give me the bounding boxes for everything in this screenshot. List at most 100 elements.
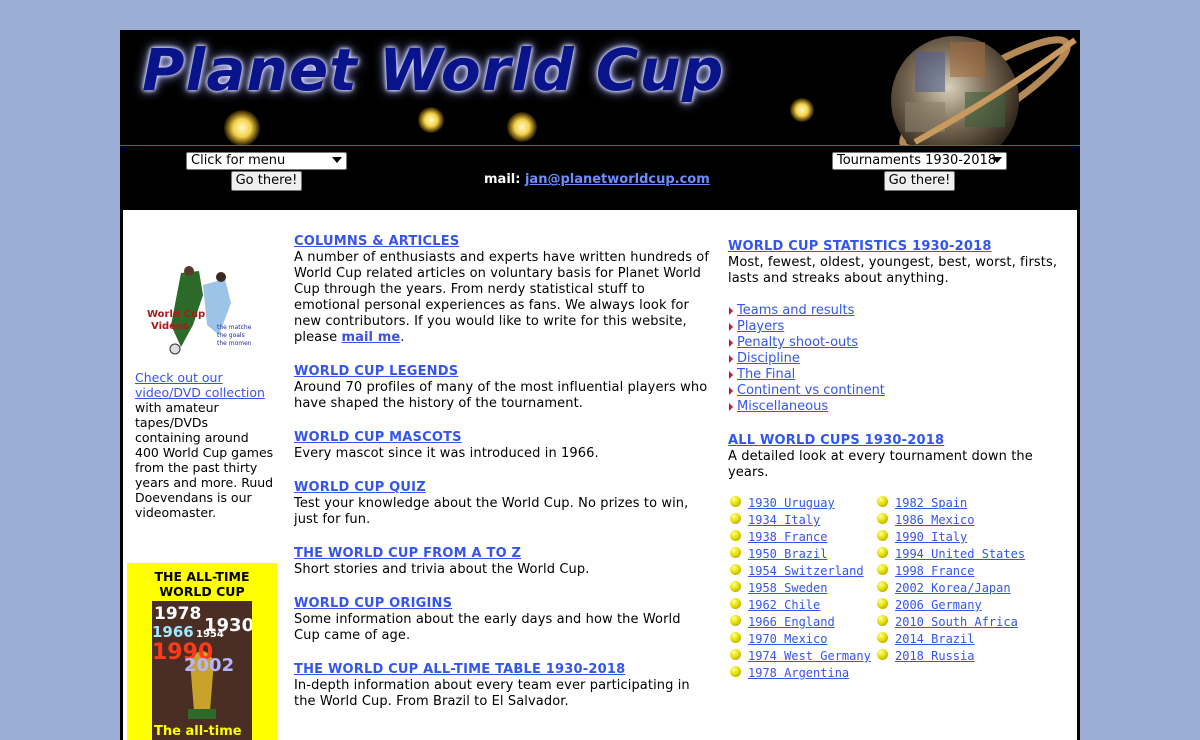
world-cup-link[interactable]: 1994 United States [895, 547, 1025, 561]
list-item: 1954 Switzerland [728, 563, 898, 580]
go-there-tournament-button[interactable]: Go there! [884, 171, 955, 191]
svg-text:the moments: the moments [217, 340, 251, 347]
quiz-link[interactable]: WORLD CUP QUIZ [294, 480, 426, 495]
world-cup-link[interactable]: 1978 Argentina [748, 666, 849, 680]
navigation-bar: Click for menu Go there! mail: jan@plane… [120, 145, 1080, 211]
world-cup-link[interactable]: 1934 Italy [748, 513, 820, 527]
all-world-cups-text: A detailed look at every tournament down… [728, 449, 1033, 480]
all-world-cups-link[interactable]: ALL WORLD CUPS 1930-2018 [728, 433, 944, 448]
list-item: Penalty shoot-outs [728, 335, 1063, 351]
list-item: The Final [728, 367, 1063, 383]
section-quiz: WORLD CUP QUIZ Test your knowledge about… [294, 480, 710, 528]
alltime-table-text: In-depth information about every team ev… [294, 678, 690, 709]
list-item: 1994 United States [875, 546, 1045, 563]
world-cup-link[interactable]: 1962 Chile [748, 598, 820, 612]
world-cup-link[interactable]: 1998 France [895, 564, 974, 578]
stat-link-discipline[interactable]: Discipline [737, 351, 800, 366]
stat-link-misc[interactable]: Miscellaneous [737, 399, 828, 414]
list-item: 1966 England [728, 614, 898, 631]
alltime-table-link[interactable]: THE WORLD CUP ALL-TIME TABLE 1930-2018 [294, 662, 625, 677]
origins-text: Some information about the early days an… [294, 612, 681, 643]
world-cup-link[interactable]: 2014 Brazil [895, 632, 974, 646]
list-item: 2018 Russia [875, 648, 1045, 665]
alltime-title: THE ALL-TIME WORLD CUP [127, 563, 277, 599]
world-cup-link[interactable]: 1954 Switzerland [748, 564, 864, 578]
list-item: 1970 Mexico [728, 631, 898, 648]
a-to-z-link[interactable]: THE WORLD CUP FROM A TO Z [294, 546, 521, 561]
stat-link-penalties[interactable]: Penalty shoot-outs [737, 335, 858, 350]
list-item: 2010 South Africa [875, 614, 1045, 631]
dvd-description: Check out our video/DVD collection with … [135, 370, 275, 520]
football-icon [877, 564, 888, 575]
list-item: 1958 Sweden [728, 580, 898, 597]
list-item: 1930 Uruguay [728, 495, 898, 512]
football-icon [730, 513, 741, 524]
football-icon [877, 530, 888, 541]
list-item: Miscellaneous [728, 399, 1063, 415]
list-item: 2014 Brazil [875, 631, 1045, 648]
world-cup-link[interactable]: 1990 Italy [895, 530, 967, 544]
page-frame: Planet World Cup Click for menu Go there… [120, 30, 1080, 740]
middle-column: COLUMNS & ARTICLES A number of enthusias… [294, 234, 710, 728]
arrow-right-icon [729, 371, 733, 379]
world-cup-link[interactable]: 1982 Spain [895, 496, 967, 510]
section-statistics: WORLD CUP STATISTICS 1930-2018 Most, few… [728, 239, 1063, 287]
star-decoration [418, 107, 444, 133]
world-cup-link[interactable]: 1974 West Germany [748, 649, 871, 663]
world-cup-link[interactable]: 1970 Mexico [748, 632, 827, 646]
stat-link-players[interactable]: Players [737, 319, 784, 334]
list-item: 1990 Italy [875, 529, 1045, 546]
list-item: Continent vs continent [728, 383, 1063, 399]
site-banner: Planet World Cup [120, 30, 1080, 145]
world-cup-videos-image[interactable]: World Cup Videos the matches the goals t… [141, 265, 257, 357]
list-item: 2006 Germany [875, 597, 1045, 614]
menu-select[interactable]: Click for menu [186, 152, 347, 170]
legends-text: Around 70 profiles of many of the most i… [294, 380, 708, 411]
section-legends: WORLD CUP LEGENDS Around 70 profiles of … [294, 364, 710, 412]
legends-link[interactable]: WORLD CUP LEGENDS [294, 364, 458, 379]
alltime-book-cover[interactable]: 1978 1930 1966 1954 1990 2002 The all-ti… [152, 601, 254, 740]
football-icon [877, 632, 888, 643]
football-icon [730, 547, 741, 558]
list-item: 1974 West Germany [728, 648, 898, 665]
world-cup-link[interactable]: 1966 England [748, 615, 835, 629]
arrow-right-icon [729, 307, 733, 315]
origins-link[interactable]: WORLD CUP ORIGINS [294, 596, 452, 611]
stat-link-teams[interactable]: Teams and results [737, 303, 854, 318]
world-cup-link[interactable]: 1958 Sweden [748, 581, 827, 595]
football-icon [877, 649, 888, 660]
mail-link[interactable]: jan@planetworldcup.com [525, 172, 710, 187]
football-icon [730, 649, 741, 660]
arrow-right-icon [729, 323, 733, 331]
football-icon [730, 615, 741, 626]
world-cup-link[interactable]: 2018 Russia [895, 649, 974, 663]
world-cup-link[interactable]: 2010 South Africa [895, 615, 1018, 629]
world-cup-link[interactable]: 1950 Brazil [748, 547, 827, 561]
dvd-collection-link[interactable]: Check out our video/DVD collection [135, 370, 265, 400]
go-there-button[interactable]: Go there! [231, 171, 302, 191]
chevron-down-icon [992, 157, 1002, 163]
world-cup-link[interactable]: 2002 Korea/Japan [895, 581, 1011, 595]
stat-link-continent[interactable]: Continent vs continent [737, 383, 885, 398]
statistics-link[interactable]: WORLD CUP STATISTICS 1930-2018 [728, 239, 992, 254]
football-icon [877, 513, 888, 524]
section-a-to-z: THE WORLD CUP FROM A TO Z Short stories … [294, 546, 710, 578]
alltime-world-cup-promo[interactable]: THE ALL-TIME WORLD CUP 1978 1930 1966 19… [127, 563, 277, 740]
columns-articles-link[interactable]: COLUMNS & ARTICLES [294, 234, 459, 249]
football-icon [730, 564, 741, 575]
columns-articles-text: A number of enthusiasts and experts have… [294, 250, 710, 346]
mascots-link[interactable]: WORLD CUP MASCOTS [294, 430, 462, 445]
chevron-down-icon [332, 157, 342, 163]
dvd-description-text: with amateur tapes/DVDs containing aroun… [135, 400, 274, 520]
world-cup-link[interactable]: 1938 France [748, 530, 827, 544]
world-cup-link[interactable]: 1930 Uruguay [748, 496, 835, 510]
main-content: World Cup Videos the matches the goals t… [123, 210, 1077, 740]
cover-year: 1966 [152, 623, 194, 641]
tournament-select[interactable]: Tournaments 1930-2018 [832, 152, 1007, 170]
stat-link-final[interactable]: The Final [737, 367, 795, 382]
mail-me-link[interactable]: mail me [341, 330, 400, 345]
cover-bottom-text: The all-time [154, 724, 242, 739]
site-title[interactable]: Planet World Cup [142, 36, 724, 104]
world-cup-link[interactable]: 1986 Mexico [895, 513, 974, 527]
world-cup-link[interactable]: 2006 Germany [895, 598, 982, 612]
